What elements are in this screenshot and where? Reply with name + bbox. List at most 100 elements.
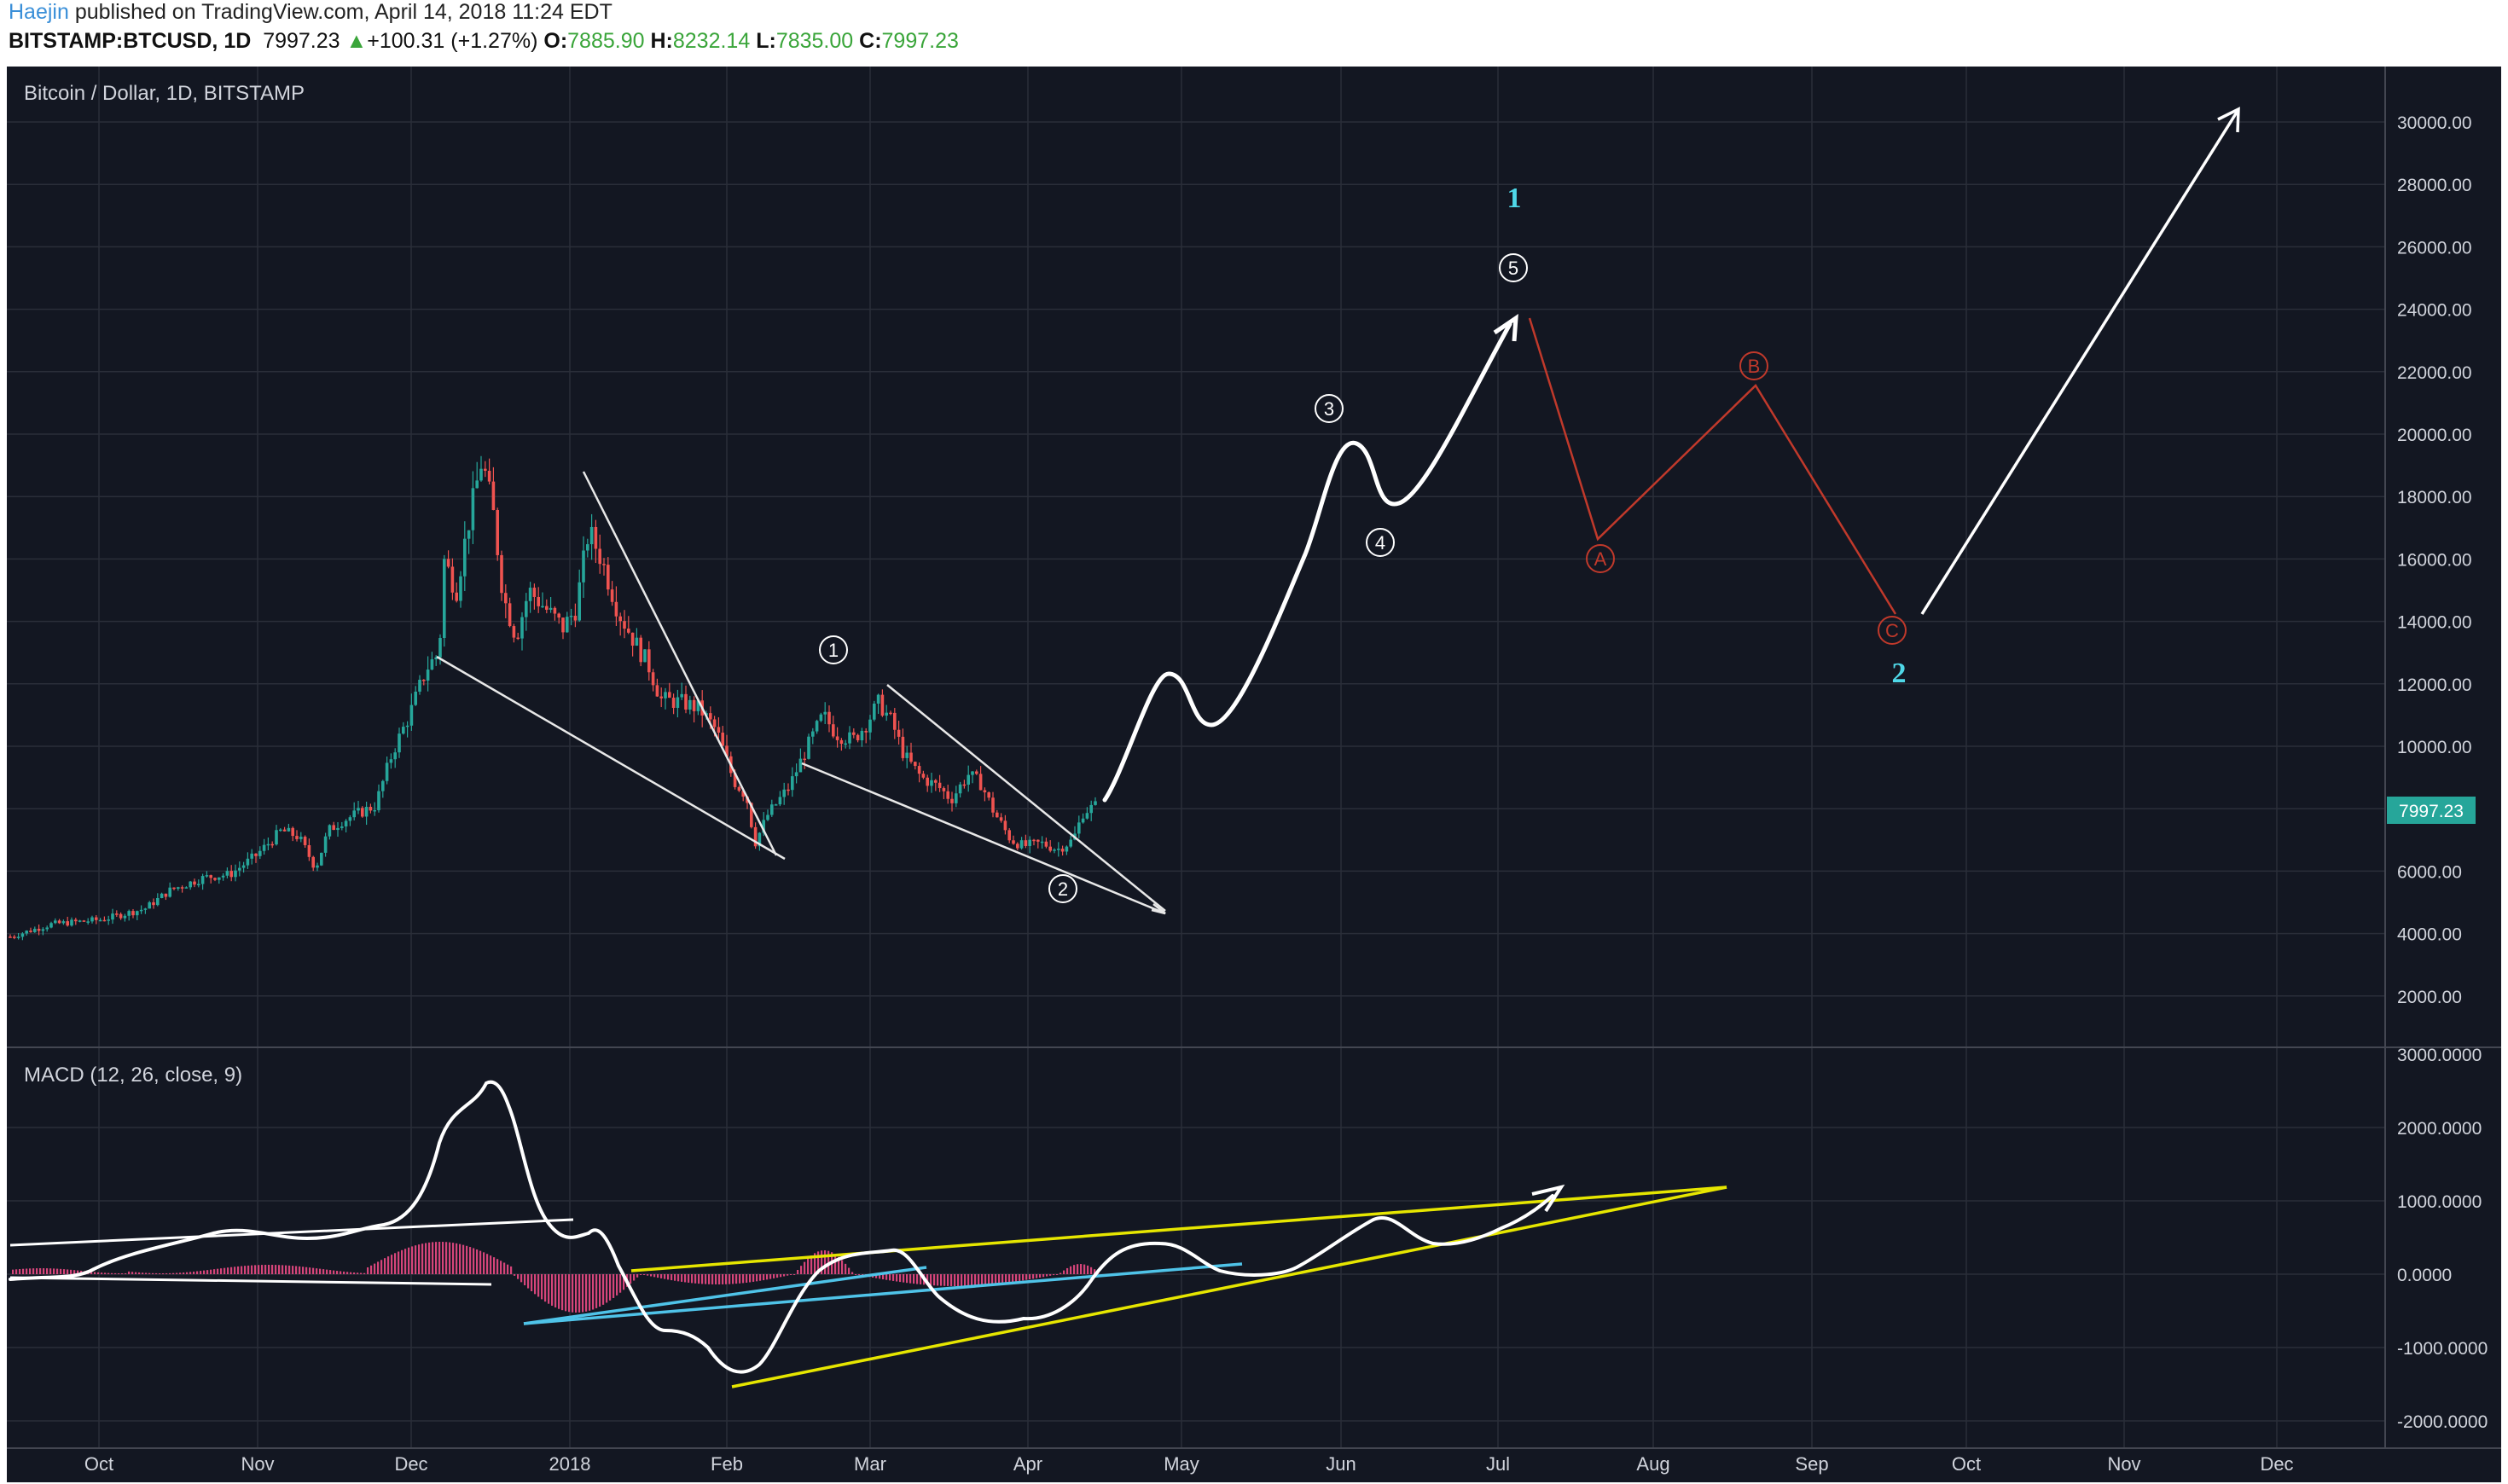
histogram-bar [520, 1274, 523, 1283]
candle-body [303, 837, 307, 845]
candle-body [61, 921, 66, 924]
candle-body [569, 615, 573, 617]
candle-body [160, 893, 164, 898]
histogram-bar [667, 1274, 670, 1280]
candle-body [1094, 801, 1097, 805]
histogram-bar [671, 1274, 673, 1281]
histogram-bar [705, 1274, 707, 1284]
candle-body [684, 693, 688, 710]
candle-body [1060, 849, 1065, 852]
histogram-bar [128, 1271, 131, 1274]
histogram-bar [1029, 1274, 1031, 1280]
candle-body [332, 825, 335, 831]
histogram-bar [22, 1268, 25, 1274]
candle-body [582, 550, 585, 583]
candle-body [782, 789, 786, 797]
candle-body [819, 714, 823, 722]
candle-body [934, 780, 938, 783]
candle-body [373, 809, 376, 812]
candle-body [561, 617, 565, 633]
candle-body [225, 871, 229, 876]
candle-body [389, 759, 393, 763]
candle-body [13, 936, 16, 938]
histogram-bar [855, 1274, 857, 1275]
chart-canvas[interactable]: 30000.0028000.0026000.0024000.0022000.00… [0, 0, 2508, 1484]
price-axis-label: 12000.00 [2397, 675, 2472, 695]
candle-body [361, 808, 364, 817]
candle-body [115, 913, 119, 915]
macd-axis-label: -1000.0000 [2397, 1339, 2488, 1359]
candle-body [41, 929, 45, 931]
histogram-bar [462, 1244, 465, 1274]
candle-body [541, 606, 544, 608]
candle-body [1048, 846, 1052, 851]
wave-4-label: 4 [1375, 532, 1385, 554]
candle-body [221, 875, 225, 878]
histogram-bar [548, 1274, 550, 1304]
candle-body [287, 827, 291, 832]
histogram-bar [29, 1268, 32, 1274]
histogram-bar [111, 1272, 113, 1274]
histogram-bar [612, 1274, 615, 1298]
histogram-bar [1080, 1264, 1083, 1274]
histogram-bar [763, 1274, 765, 1281]
candle-body [180, 887, 184, 889]
histogram-bar [957, 1274, 960, 1286]
histogram-bar [1008, 1274, 1011, 1283]
candle-body [450, 566, 455, 593]
time-axis-label: Nov [2107, 1453, 2140, 1475]
histogram-bar [711, 1274, 714, 1284]
histogram-bar [950, 1274, 953, 1286]
histogram-bar [479, 1250, 482, 1274]
histogram-bar [793, 1274, 796, 1275]
histogram-bar [278, 1265, 281, 1274]
histogram-bar [224, 1267, 226, 1274]
last-price-tag-text: 7997.23 [2399, 802, 2464, 821]
histogram-bar [988, 1274, 990, 1285]
histogram-bar [933, 1274, 936, 1286]
candle-body [307, 844, 311, 857]
histogram-bar [524, 1274, 526, 1286]
histogram-bar [858, 1274, 861, 1276]
histogram-bar [913, 1274, 915, 1284]
candle-body [803, 758, 806, 761]
histogram-bar [428, 1242, 431, 1274]
candle-body [770, 804, 774, 815]
histogram-bar [906, 1274, 909, 1284]
candle-body [455, 592, 458, 601]
candle-body [66, 921, 69, 926]
macd-line [9, 1080, 1554, 1374]
histogram-bar [159, 1272, 161, 1274]
histogram-bar [677, 1274, 680, 1282]
histogram-bar [322, 1269, 325, 1274]
histogram-bar [316, 1268, 318, 1274]
histogram-bar [739, 1274, 741, 1284]
histogram-bar [94, 1272, 96, 1274]
time-axis-label: Feb [711, 1453, 743, 1475]
candle-body [520, 617, 524, 639]
macd-axis-label: -2000.0000 [2397, 1412, 2488, 1432]
candle-body [316, 865, 319, 868]
histogram-bar [357, 1272, 359, 1274]
candle-body [1019, 840, 1024, 849]
histogram-bar [394, 1253, 397, 1274]
histogram-bar [787, 1274, 789, 1276]
candle-body [893, 712, 897, 730]
candle-body [16, 936, 20, 938]
candle-body [504, 593, 508, 604]
candle-body [131, 911, 135, 916]
candle-body [811, 731, 815, 737]
candle-body [143, 908, 148, 910]
candle-body [680, 693, 683, 698]
histogram-bar [971, 1274, 973, 1286]
time-axis-label: 2018 [549, 1453, 591, 1475]
candle-body [525, 600, 528, 617]
candle-body [528, 588, 532, 601]
histogram-bar [725, 1274, 728, 1284]
time-axis: Oct Nov Dec 2018 Feb Mar Apr May Jun Jul Aug Sep Oct… [84, 1453, 2294, 1475]
candle-body [348, 817, 352, 821]
macd-yellow-lower [731, 1185, 1727, 1388]
candle-body [152, 901, 155, 906]
candle-body [958, 784, 962, 794]
candle-body [930, 780, 933, 786]
